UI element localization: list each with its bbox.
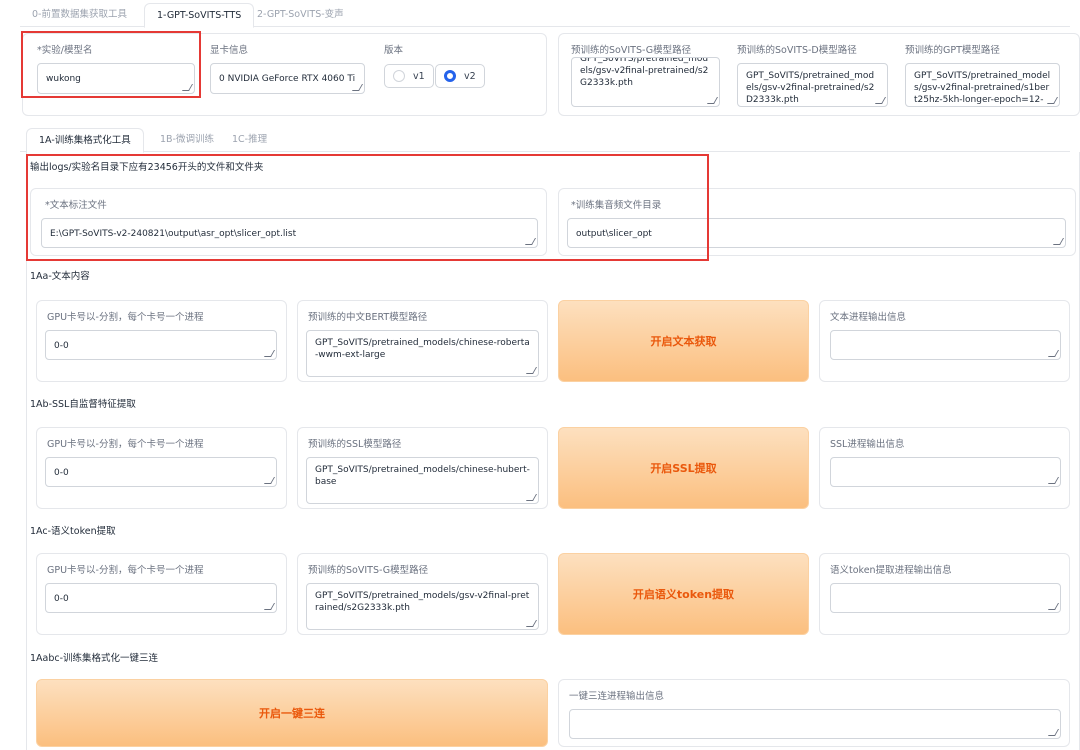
start-one-click-button[interactable]: 开启一键三连 (36, 679, 548, 747)
sovits-g-path-label: 预训练的SoVITS-G模型路径 (571, 45, 692, 56)
gpu-info-label: 显卡信息 (210, 45, 249, 56)
resize-grip-icon[interactable] (706, 97, 719, 104)
sub-tab-bar: 1A-训练集格式化工具 1B-微调训练 1C-推理 (20, 128, 1070, 153)
section-1ac-output-field[interactable] (830, 583, 1061, 613)
section-1ab-output-field[interactable] (830, 457, 1061, 487)
logs-hint-text: 输出logs/实验名目录下应有23456开头的文件和文件夹 (30, 162, 264, 173)
section-1ac-gpu-label: GPU卡号以-分割，每个卡号一个进程 (47, 565, 204, 576)
start-ssl-extraction-button[interactable]: 开启SSL提取 (558, 427, 809, 509)
gpt-path-label: 预训练的GPT模型路径 (905, 45, 1000, 56)
tab-inference[interactable]: 1C-推理 (220, 128, 279, 152)
top-tab-bar: 0-前置数据集获取工具 1-GPT-SoVITS-TTS 2-GPT-SoVIT… (20, 3, 1070, 28)
section-1aa-output-label: 文本进程输出信息 (830, 312, 907, 323)
radio-checked-icon (444, 70, 456, 82)
audio-dir-label: *训练集音频文件目录 (571, 200, 662, 211)
resize-grip-icon[interactable] (525, 367, 538, 374)
section-1aa-gpu-input[interactable]: 0-0 (45, 330, 277, 360)
version-v2-label: v2 (464, 70, 476, 82)
radio-unchecked-icon (393, 70, 405, 82)
exp-name-label: *实验/模型名 (37, 45, 93, 56)
version-v1-label: v1 (413, 70, 425, 82)
section-1ab-output-panel: SSL进程输出信息 (819, 427, 1070, 509)
section-1ac-gpu-panel: GPU卡号以-分割，每个卡号一个进程 0-0 (36, 553, 287, 635)
sovits-d-path-label: 预训练的SoVITS-D模型路径 (737, 45, 857, 56)
tab-finetune-training[interactable]: 1B-微调训练 (148, 128, 226, 152)
version-option-v2[interactable]: v2 (435, 64, 485, 88)
resize-grip-icon[interactable] (181, 84, 194, 91)
section-1aa-gpu-panel: GPU卡号以-分割，每个卡号一个进程 0-0 (36, 300, 287, 382)
gpu-info-field[interactable]: 0 NVIDIA GeForce RTX 4060 Ti (210, 63, 365, 94)
version-label: 版本 (384, 45, 404, 56)
pretrained-paths-panel: 预训练的SoVITS-G模型路径 GPT_SoVITS/pretrained_m… (558, 33, 1080, 116)
section-1ab-ssl-input[interactable]: GPT_SoVITS/pretrained_models/chinese-hub… (306, 457, 539, 504)
section-1aa-title: 1Aa-文本内容 (30, 271, 90, 282)
resize-grip-icon[interactable] (1047, 477, 1060, 484)
section-1aabc-output-label: 一键三连进程输出信息 (569, 691, 665, 702)
section-1ac-model-label: 预训练的SoVITS-G模型路径 (308, 565, 429, 576)
section-1aa-bert-label: 预训练的中文BERT模型路径 (308, 312, 428, 323)
resize-grip-icon[interactable] (525, 620, 538, 627)
version-option-v1[interactable]: v1 (384, 64, 434, 88)
sovits-d-path-input[interactable]: GPT_SoVITS/pretrained_models/gsv-v2final… (737, 63, 888, 107)
text-label-panel: *文本标注文件 E:\GPT-SoVITS-v2-240821\output\a… (30, 188, 547, 256)
section-1aa-output-field[interactable] (830, 330, 1061, 360)
settings-panel-left: *实验/模型名 wukong 显卡信息 0 NVIDIA GeForce RTX… (22, 33, 547, 116)
section-1ac-output-panel: 语义token提取进程输出信息 (819, 553, 1070, 635)
section-1ac-gpu-input[interactable]: 0-0 (45, 583, 277, 613)
section-1aa-gpu-label: GPU卡号以-分割，每个卡号一个进程 (47, 312, 204, 323)
resize-grip-icon[interactable] (351, 84, 364, 91)
resize-grip-icon[interactable] (525, 494, 538, 501)
resize-grip-icon[interactable] (1047, 603, 1060, 610)
section-1ab-gpu-input[interactable]: 0-0 (45, 457, 277, 487)
section-1aabc-title: 1Aabc-训练集格式化一键三连 (30, 653, 159, 664)
text-label-file-input[interactable]: E:\GPT-SoVITS-v2-240821\output\asr_opt\s… (41, 218, 538, 248)
start-text-extraction-button[interactable]: 开启文本获取 (558, 300, 809, 382)
section-1aa-output-panel: 文本进程输出信息 (819, 300, 1070, 382)
sovits-g-path-input[interactable]: GPT_SoVITS/pretrained_models/gsv-v2final… (571, 57, 720, 107)
tab-dataset-formatting[interactable]: 1A-训练集格式化工具 (26, 128, 144, 153)
audio-dir-input[interactable]: output\slicer_opt (567, 218, 1066, 248)
tab-voice-change[interactable]: 2-GPT-SoVITS-变声 (245, 3, 356, 27)
tab-dataset-tools[interactable]: 0-前置数据集获取工具 (20, 3, 139, 27)
resize-grip-icon[interactable] (1047, 729, 1060, 736)
section-1ab-title: 1Ab-SSL自监督特征提取 (30, 399, 136, 410)
section-1aa-bert-input[interactable]: GPT_SoVITS/pretrained_models/chinese-rob… (306, 330, 539, 377)
exp-name-input[interactable]: wukong (37, 63, 195, 94)
audio-dir-panel: *训练集音频文件目录 output\slicer_opt (558, 188, 1076, 256)
section-1ac-model-panel: 预训练的SoVITS-G模型路径 GPT_SoVITS/pretrained_m… (297, 553, 548, 635)
section-1ac-output-label: 语义token提取进程输出信息 (830, 565, 952, 576)
section-1ab-gpu-label: GPU卡号以-分割，每个卡号一个进程 (47, 439, 204, 450)
section-1aa-bert-panel: 预训练的中文BERT模型路径 GPT_SoVITS/pretrained_mod… (297, 300, 548, 382)
text-label-file-label: *文本标注文件 (45, 200, 107, 211)
section-1ab-ssl-label: 预训练的SSL模型路径 (308, 439, 402, 450)
section-1aabc-output-field[interactable] (569, 709, 1061, 739)
section-1ac-model-input[interactable]: GPT_SoVITS/pretrained_models/gsv-v2final… (306, 583, 539, 630)
gpt-path-input[interactable]: GPT_SoVITS/pretrained_models/gsv-v2final… (905, 63, 1060, 107)
start-semantic-token-extraction-button[interactable]: 开启语义token提取 (558, 553, 809, 635)
resize-grip-icon[interactable] (1047, 350, 1060, 357)
section-1ab-gpu-panel: GPU卡号以-分割，每个卡号一个进程 0-0 (36, 427, 287, 509)
tab-gpt-sovits-tts[interactable]: 1-GPT-SoVITS-TTS (144, 3, 255, 28)
section-1aabc-output-panel: 一键三连进程输出信息 (558, 679, 1070, 747)
section-1ab-ssl-panel: 预训练的SSL模型路径 GPT_SoVITS/pretrained_models… (297, 427, 548, 509)
section-1ab-output-label: SSL进程输出信息 (830, 439, 905, 450)
section-1ac-title: 1Ac-语义token提取 (30, 526, 116, 537)
